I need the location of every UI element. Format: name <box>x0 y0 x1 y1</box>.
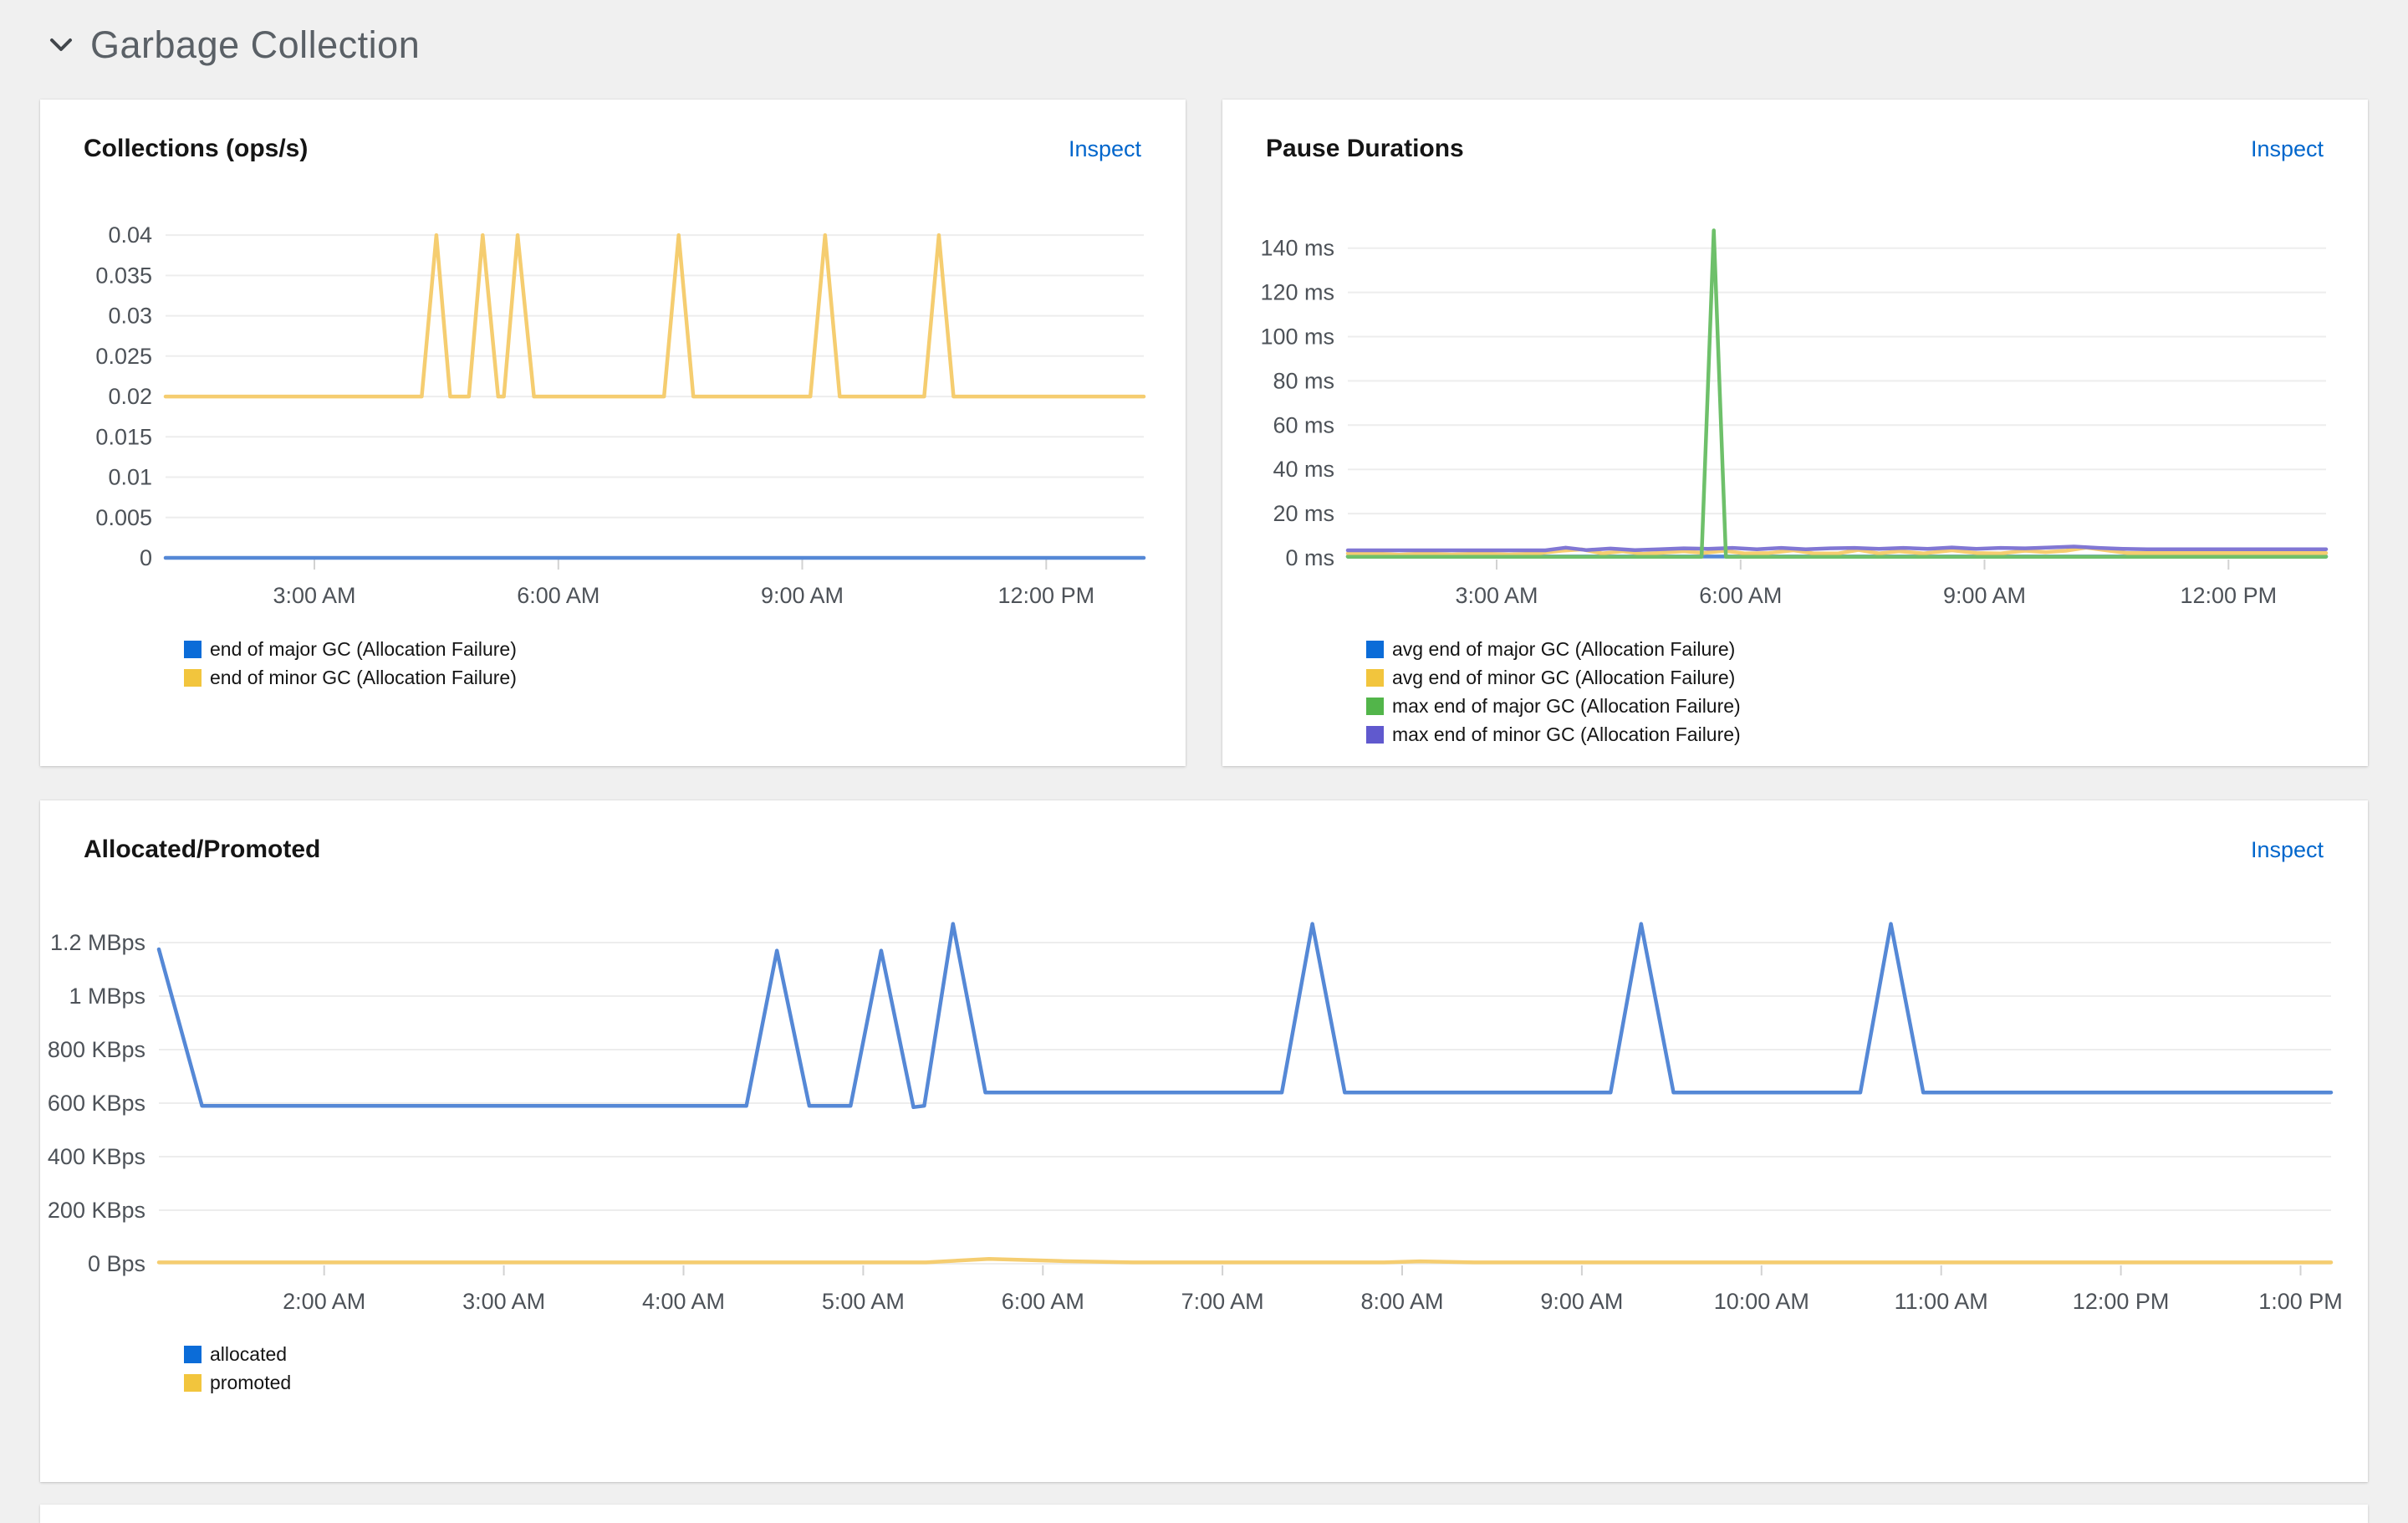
legend-item: allocated <box>184 1343 2368 1366</box>
y-axis-label: 800 KBps <box>48 1037 145 1062</box>
x-axis-label: 10:00 AM <box>1714 1289 1809 1314</box>
y-axis-label: 0.015 <box>95 424 152 449</box>
legend-item: max end of major GC (Allocation Failure) <box>1366 695 2368 718</box>
y-axis-label: 0 Bps <box>88 1251 145 1276</box>
panel-pause-durations: Pause Durations Inspect 0 ms 20 ms 40 ms 60… <box>1222 100 2368 766</box>
panel-header: Collections (ops/s) Inspect <box>40 100 1186 163</box>
legend-swatch-icon <box>184 669 202 687</box>
y-axis-label: 200 KBps <box>48 1198 145 1223</box>
y-axis-label: 120 ms <box>1260 280 1334 305</box>
y-axis-label: 0.025 <box>95 344 152 369</box>
legend-label: end of minor GC (Allocation Failure) <box>210 667 517 688</box>
x-axis-label: 3:00 AM <box>462 1289 545 1314</box>
y-axis-label: 600 KBps <box>48 1091 145 1116</box>
legend-item: max end of minor GC (Allocation Failure) <box>1366 723 2368 746</box>
chart-collections: 0 0.005 0.01 0.015 0.02 0.025 0.03 0.035 0.04 3:0… <box>95 222 1146 608</box>
legend-label: max end of major GC (Allocation Failure) <box>1392 695 1741 717</box>
section-collapse-toggle[interactable] <box>48 37 74 54</box>
x-axis-label: 12:00 PM <box>998 583 1095 608</box>
y-axis-label: 100 ms <box>1260 325 1334 350</box>
legend-label: allocated <box>210 1343 288 1365</box>
y-axis-label: 400 KBps <box>48 1144 145 1169</box>
chevron-down-icon <box>50 38 72 51</box>
next-panel-top-edge <box>40 1505 2368 1523</box>
panel-header: Allocated/Promoted Inspect <box>40 800 2368 864</box>
series-line-max-end-of-minor-gc-allocation-failure- <box>1345 544 2329 553</box>
x-axis-label: 2:00 AM <box>283 1289 365 1314</box>
legend-label: max end of minor GC (Allocation Failure) <box>1392 723 1741 745</box>
legend-swatch-icon <box>184 1374 202 1392</box>
y-axis-label: 0.03 <box>108 304 152 329</box>
section-header: Garbage Collection <box>48 23 420 67</box>
x-axis-label: 3:00 AM <box>273 583 355 608</box>
chart-legend: avg end of major GC (Allocation Failure)… <box>1366 638 2368 746</box>
y-axis-label: 140 ms <box>1260 236 1334 261</box>
series-line-max-end-of-major-gc-allocation-failure- <box>1345 228 2329 559</box>
x-axis-label: 5:00 AM <box>822 1289 905 1314</box>
x-axis-label: 8:00 AM <box>1360 1289 1443 1314</box>
inspect-link[interactable]: Inspect <box>1069 136 1141 162</box>
y-axis-label: 0.035 <box>95 263 152 288</box>
legend-swatch-icon <box>1366 726 1384 744</box>
legend-item: end of major GC (Allocation Failure) <box>184 638 1186 661</box>
x-axis-label: 12:00 PM <box>2181 583 2278 608</box>
panel-header: Pause Durations Inspect <box>1222 100 2368 163</box>
x-axis-label: 7:00 AM <box>1181 1289 1264 1314</box>
x-axis-label: 6:00 AM <box>517 583 599 608</box>
y-axis-label: 20 ms <box>1273 501 1334 526</box>
series-line-allocated <box>156 922 2334 1110</box>
x-axis-label: 9:00 AM <box>1943 583 2026 608</box>
section-title: Garbage Collection <box>90 23 421 66</box>
inspect-link[interactable]: Inspect <box>2251 837 2324 863</box>
x-axis-label: 12:00 PM <box>2073 1289 2170 1314</box>
series-line-promoted <box>156 1256 2334 1265</box>
inspect-link[interactable]: Inspect <box>2251 136 2324 162</box>
legend-item: avg end of minor GC (Allocation Failure) <box>1366 667 2368 689</box>
y-axis-label: 60 ms <box>1273 412 1334 437</box>
panel-collections: Collections (ops/s) Inspect 0 0.005 0.01 0.… <box>40 100 1186 766</box>
y-axis-label: 0 ms <box>1285 545 1334 570</box>
x-axis-label: 11:00 AM <box>1895 1289 1988 1314</box>
legend-item: end of minor GC (Allocation Failure) <box>184 667 1186 689</box>
x-axis-label: 9:00 AM <box>1540 1289 1623 1314</box>
y-axis-label: 0.01 <box>108 465 152 490</box>
x-axis-label: 4:00 AM <box>642 1289 725 1314</box>
legend-label: promoted <box>210 1372 292 1393</box>
y-axis-label: 40 ms <box>1273 457 1334 482</box>
x-axis-label: 6:00 AM <box>1699 583 1782 608</box>
x-axis-label: 3:00 AM <box>1455 583 1538 608</box>
y-axis-label: 0.04 <box>108 222 152 248</box>
chart-pause-durations: 0 ms 20 ms 40 ms 60 ms 80 ms 100 ms 120 ms 140 … <box>1260 228 2329 608</box>
legend-swatch-icon <box>1366 669 1384 687</box>
y-axis-label: 0.005 <box>95 505 152 530</box>
legend-item: promoted <box>184 1372 2368 1394</box>
chart-allocated-promoted: 0 Bps 200 KBps 400 KBps 600 KBps 800 KBps 1 M… <box>48 922 2343 1314</box>
chart-legend: allocated promoted <box>184 1343 2368 1394</box>
y-axis-label: 80 ms <box>1273 368 1334 393</box>
legend-label: avg end of minor GC (Allocation Failure) <box>1392 667 1736 688</box>
y-axis-label: 1.2 MBps <box>50 930 145 955</box>
panel-title: Allocated/Promoted <box>84 836 321 863</box>
chart-legend: end of major GC (Allocation Failure) end … <box>184 638 1186 689</box>
legend-swatch-icon <box>1366 698 1384 715</box>
legend-swatch-icon <box>184 1346 202 1363</box>
x-axis-label: 1:00 PM <box>2258 1289 2343 1314</box>
legend-swatch-icon <box>1366 641 1384 658</box>
x-axis-label: 6:00 AM <box>1002 1289 1084 1314</box>
panel-title: Collections (ops/s) <box>84 135 309 162</box>
legend-swatch-icon <box>184 641 202 658</box>
legend-label: avg end of major GC (Allocation Failure) <box>1392 638 1736 660</box>
x-axis-label: 9:00 AM <box>761 583 844 608</box>
legend-label: end of major GC (Allocation Failure) <box>210 638 517 660</box>
y-axis-label: 0.02 <box>108 384 152 409</box>
panel-allocated-promoted: Allocated/Promoted Inspect 0 Bps 200 KBps… <box>40 800 2368 1482</box>
y-axis-label: 1 MBps <box>69 984 145 1009</box>
panel-title: Pause Durations <box>1266 135 1464 162</box>
y-axis-label: 0 <box>140 545 152 570</box>
legend-item: avg end of major GC (Allocation Failure) <box>1366 638 2368 661</box>
